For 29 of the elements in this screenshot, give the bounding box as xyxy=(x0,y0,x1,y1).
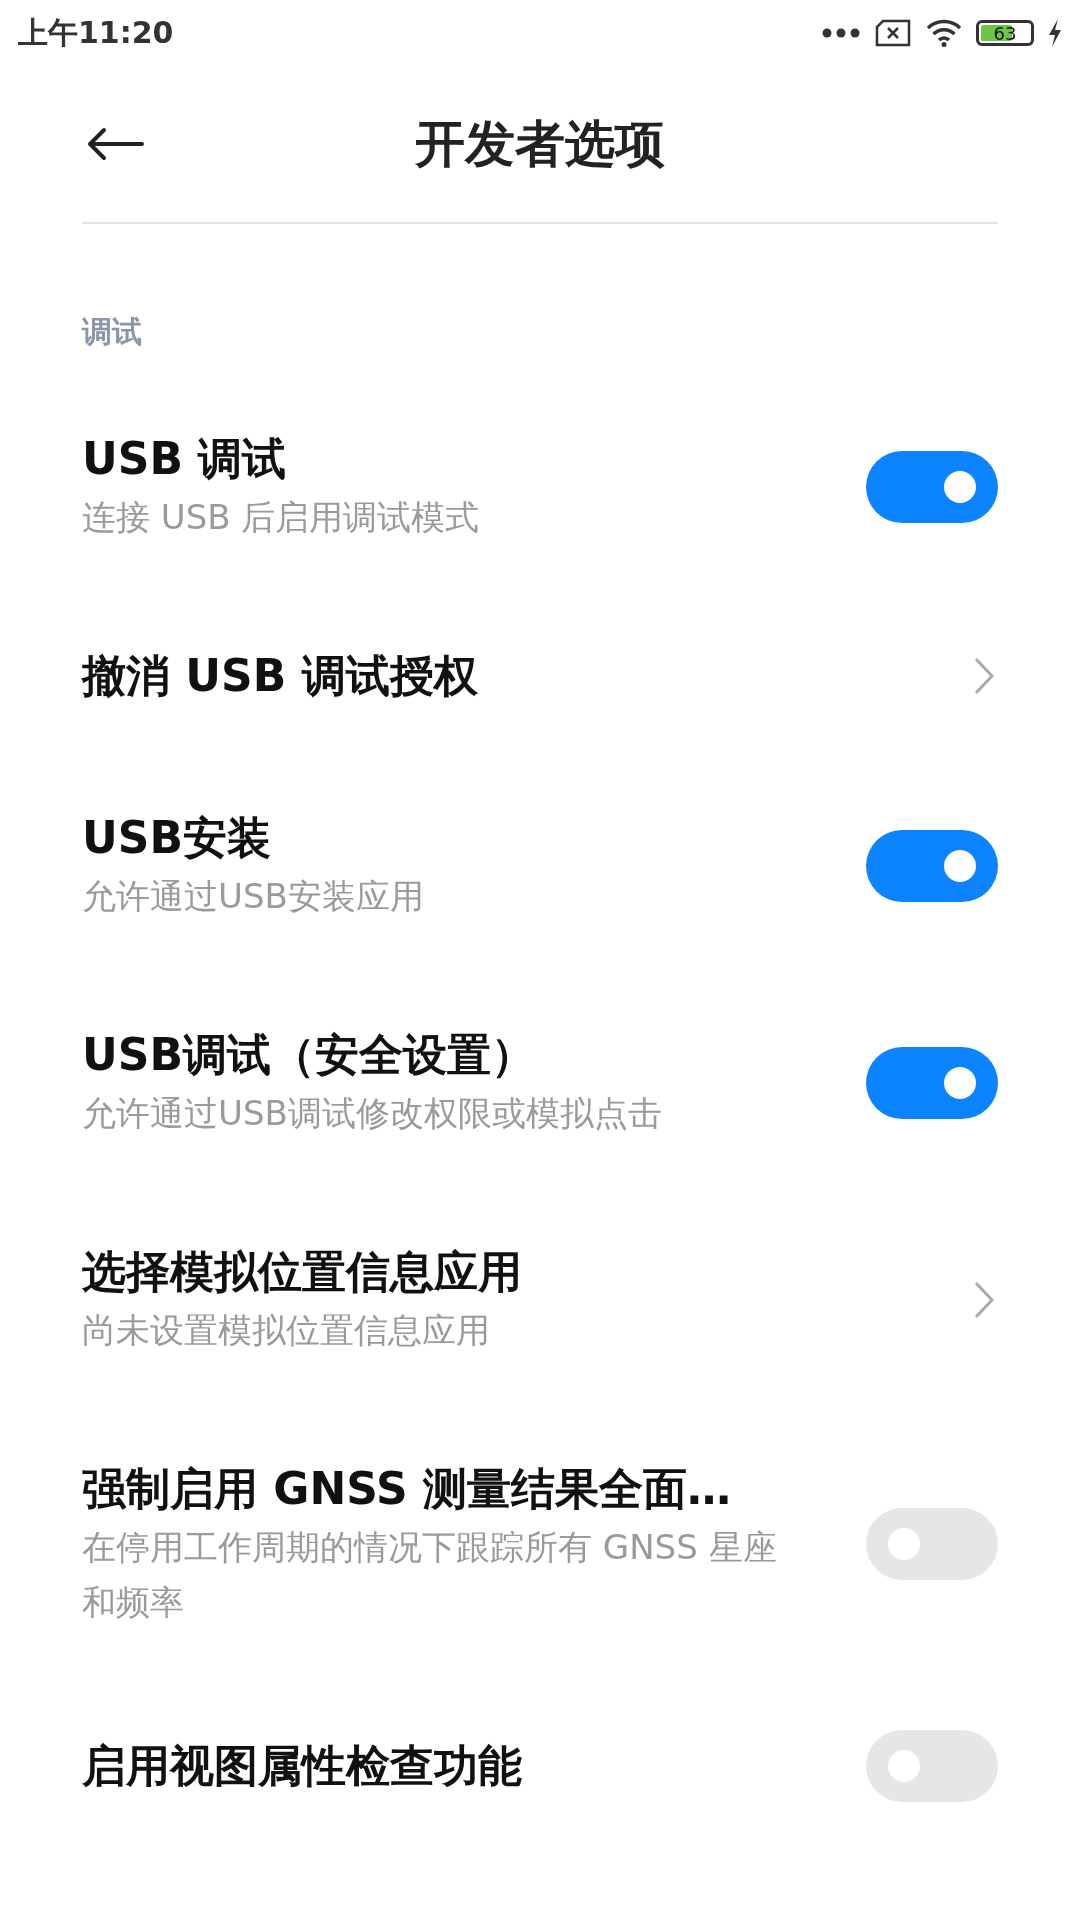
setting-title: 选择模拟位置信息应用 xyxy=(82,1245,522,1299)
sim-card-icon xyxy=(874,19,912,47)
setting-description: 允许通过USB安装应用 xyxy=(82,875,424,918)
setting-title: 启用视图属性检查功能 xyxy=(82,1739,522,1793)
setting-title: 撤消 USB 调试授权 xyxy=(82,649,478,703)
setting-description: 在停用工作周期的情况下跟踪所有 GNSS 星座和频率 xyxy=(82,1526,778,1624)
page-title: 开发者选项 xyxy=(415,113,665,175)
section-label: 调试 xyxy=(82,313,142,351)
chevron-right-icon xyxy=(974,657,994,695)
settings-row[interactable]: 启用视图属性检查功能 xyxy=(0,1680,1080,1852)
status-time: 上午11:20 xyxy=(18,13,174,52)
setting-description: 允许通过USB调试修改权限或模拟点击 xyxy=(82,1092,662,1135)
setting-description: 尚未设置模拟位置信息应用 xyxy=(82,1309,491,1352)
setting-title: 强制启用 GNSS 测量结果全面… xyxy=(82,1462,732,1516)
setting-title: USB调试（安全设置） xyxy=(82,1028,536,1082)
setting-title: USB安装 xyxy=(82,811,272,865)
settings-row[interactable]: USB安装 允许通过USB安装应用 xyxy=(0,757,1080,974)
setting-title: USB 调试 xyxy=(82,432,288,486)
charging-icon xyxy=(1048,19,1062,47)
wifi-icon xyxy=(926,19,962,47)
settings-row[interactable]: 撤消 USB 调试授权 xyxy=(0,595,1080,757)
settings-row[interactable]: 强制启用 GNSS 测量结果全面… 在停用工作周期的情况下跟踪所有 GNSS 星座和频率 xyxy=(0,1408,1080,1680)
setting-description: 连接 USB 后启用调试模式 xyxy=(82,496,480,539)
chevron-right-icon xyxy=(974,1280,994,1319)
settings-row[interactable]: USB 调试 连接 USB 后启用调试模式 xyxy=(0,378,1080,595)
settings-row[interactable]: USB调试（安全设置） 允许通过USB调试修改权限或模拟点击 xyxy=(0,974,1080,1191)
settings-row[interactable]: 选择模拟位置信息应用 尚未设置模拟位置信息应用 xyxy=(0,1191,1080,1408)
back-icon[interactable] xyxy=(86,127,144,161)
more-icon xyxy=(822,28,860,38)
